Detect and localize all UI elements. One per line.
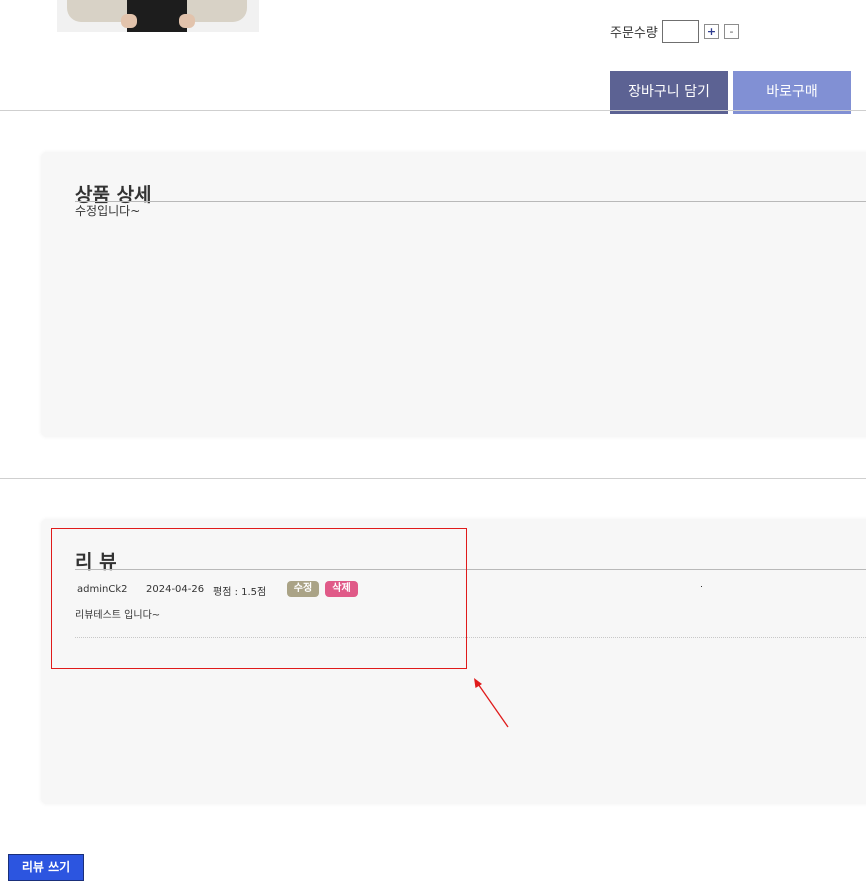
review-content: 리뷰테스트 입니다~ — [75, 610, 161, 621]
review-rating: 평점 : 1.5점 — [213, 587, 267, 598]
title-underline — [75, 569, 866, 570]
review-date: 2024-04-26 — [146, 584, 205, 595]
quantity-input[interactable] — [662, 20, 699, 43]
review-author: adminCk2 — [77, 584, 128, 595]
add-to-cart-button[interactable]: 장바구니 담기 — [610, 71, 728, 114]
product-detail-text: 수정입니다~ — [75, 204, 141, 218]
quantity-label: 주문수량 — [610, 26, 658, 41]
write-review-button[interactable]: 리뷰 쓰기 — [8, 854, 84, 881]
buy-now-button[interactable]: 바로구매 — [733, 71, 851, 114]
quantity-minus-button[interactable]: - — [724, 24, 739, 39]
product-detail-panel — [41, 152, 866, 437]
review-separator — [75, 637, 866, 638]
review-delete-button[interactable]: 삭제 — [325, 581, 358, 597]
product-image — [57, 0, 259, 32]
hand-right-shape — [179, 14, 195, 28]
divider — [0, 478, 866, 479]
review-edit-button[interactable]: 수정 — [287, 581, 319, 597]
stray-dot — [701, 586, 702, 587]
title-underline — [75, 201, 866, 202]
review-panel — [41, 519, 866, 804]
divider — [0, 110, 866, 111]
quantity-plus-button[interactable]: + — [704, 24, 719, 39]
hand-left-shape — [121, 14, 137, 28]
